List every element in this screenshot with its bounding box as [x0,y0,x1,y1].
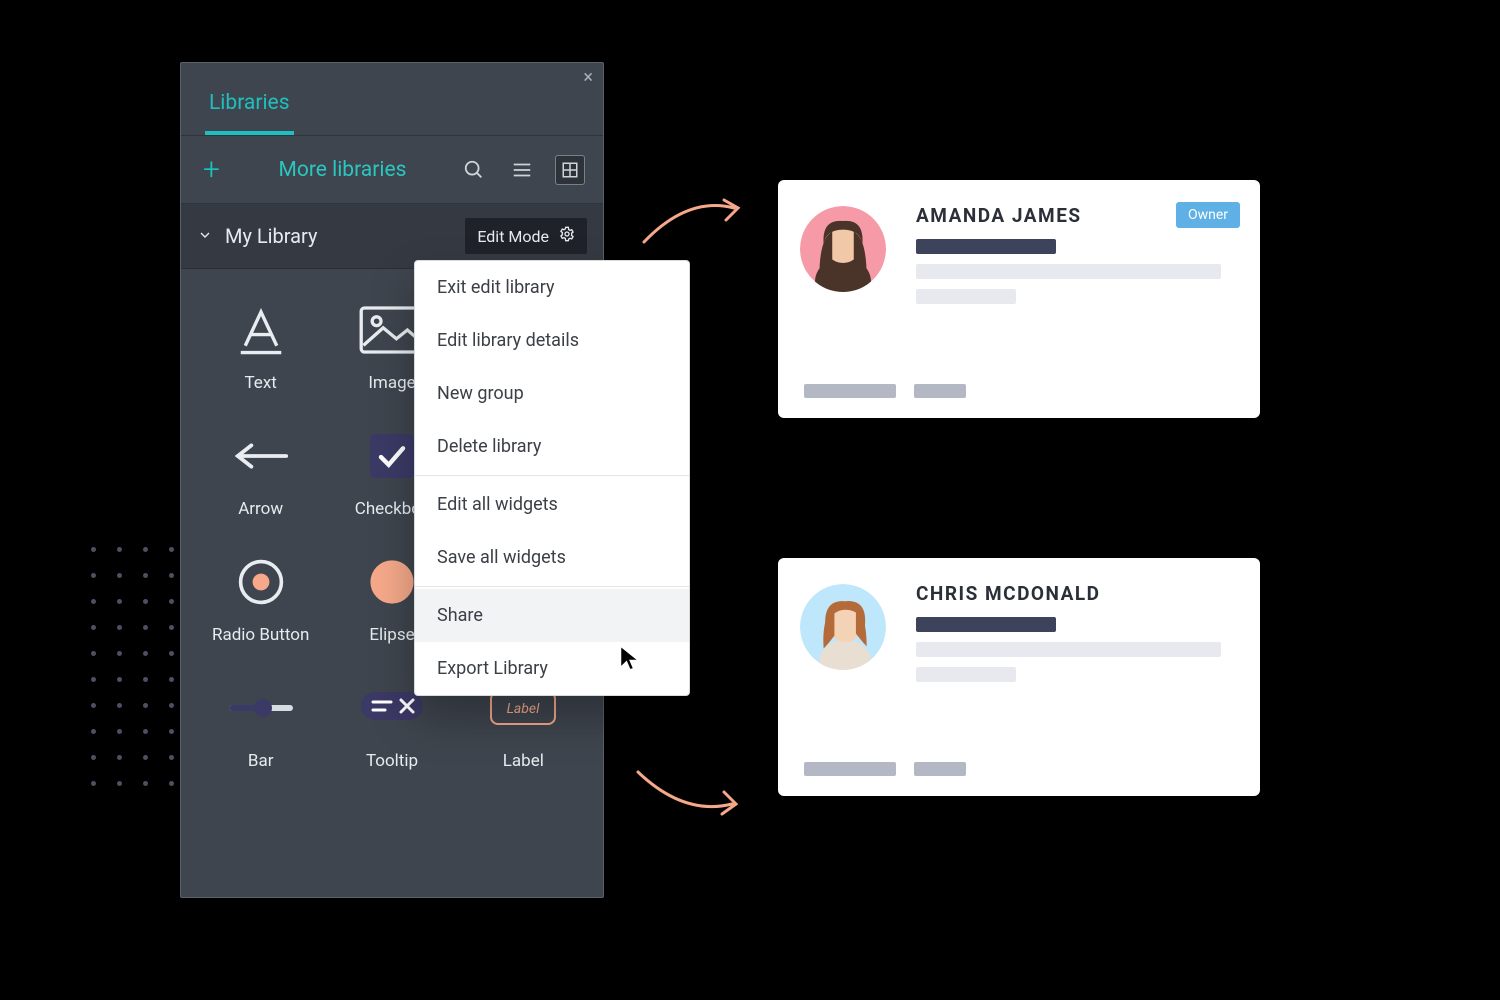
radio-icon [195,549,326,615]
toolbar: + More libraries [181,136,603,204]
arrow-icon [195,423,326,489]
list-view-icon[interactable] [507,155,537,185]
widget-bar[interactable]: Bar [195,675,326,771]
placeholder-bar [916,264,1221,279]
arrow-to-card-2 [632,764,748,826]
grid-view-icon[interactable] [555,155,585,185]
add-icon[interactable]: + [197,150,226,189]
menu-delete-lib[interactable]: Delete library [415,420,689,473]
cursor-icon [618,644,642,676]
chevron-down-icon [197,224,213,248]
owner-badge: Owner [1176,202,1240,228]
widget-label: Bar [195,751,326,771]
avatar [800,206,886,292]
menu-new-group[interactable]: New group [415,367,689,420]
widget-text[interactable]: Text [195,297,326,393]
user-card-chris: CHRIS MCDONALD [778,558,1260,796]
library-toggle[interactable]: My Library [197,224,317,248]
menu-export[interactable]: Export Library [415,642,689,695]
widget-label: Arrow [195,499,326,519]
context-menu: Exit edit library Edit library details N… [414,260,690,696]
menu-edit-widgets[interactable]: Edit all widgets [415,478,689,531]
tab-bar: Libraries [181,63,603,136]
card-footer [804,762,966,776]
menu-exit-edit[interactable]: Exit edit library [415,261,689,314]
menu-save-widgets[interactable]: Save all widgets [415,531,689,584]
avatar [800,584,886,670]
close-icon[interactable]: × [583,69,593,87]
placeholder-chip [804,384,896,398]
gear-icon [559,226,575,246]
widget-arrow[interactable]: Arrow [195,423,326,519]
library-title: My Library [225,224,317,248]
widget-radio[interactable]: Radio Button [195,549,326,645]
user-card-amanda: Owner AMANDA JAMES [778,180,1260,418]
widget-item-label: Label [458,751,589,771]
text-icon [195,297,326,363]
widget-label: Text [195,373,326,393]
menu-separator [415,475,689,476]
edit-mode-label: Edit Mode [477,227,549,246]
widget-label: Tooltip [326,751,457,771]
placeholder-chip [914,384,966,398]
svg-text:Label: Label [507,701,541,717]
placeholder-bar [916,239,1056,254]
placeholder-bar [916,617,1056,632]
card-footer [804,384,966,398]
placeholder-bar [916,667,1016,682]
menu-share[interactable]: Share [415,589,689,642]
arrow-to-card-1 [638,192,748,256]
edit-mode-button[interactable]: Edit Mode [465,218,587,254]
menu-separator [415,586,689,587]
widget-label: Radio Button [195,625,326,645]
menu-edit-details[interactable]: Edit library details [415,314,689,367]
placeholder-bar [916,289,1016,304]
more-libraries-link[interactable]: More libraries [244,158,441,182]
placeholder-chip [804,762,896,776]
user-name: CHRIS MCDONALD [916,582,1234,605]
placeholder-bar [916,642,1221,657]
placeholder-chip [914,762,966,776]
slider-icon [195,675,326,741]
card-body: CHRIS MCDONALD [916,582,1234,682]
search-icon[interactable] [459,155,489,185]
tab-libraries[interactable]: Libraries [205,81,294,135]
